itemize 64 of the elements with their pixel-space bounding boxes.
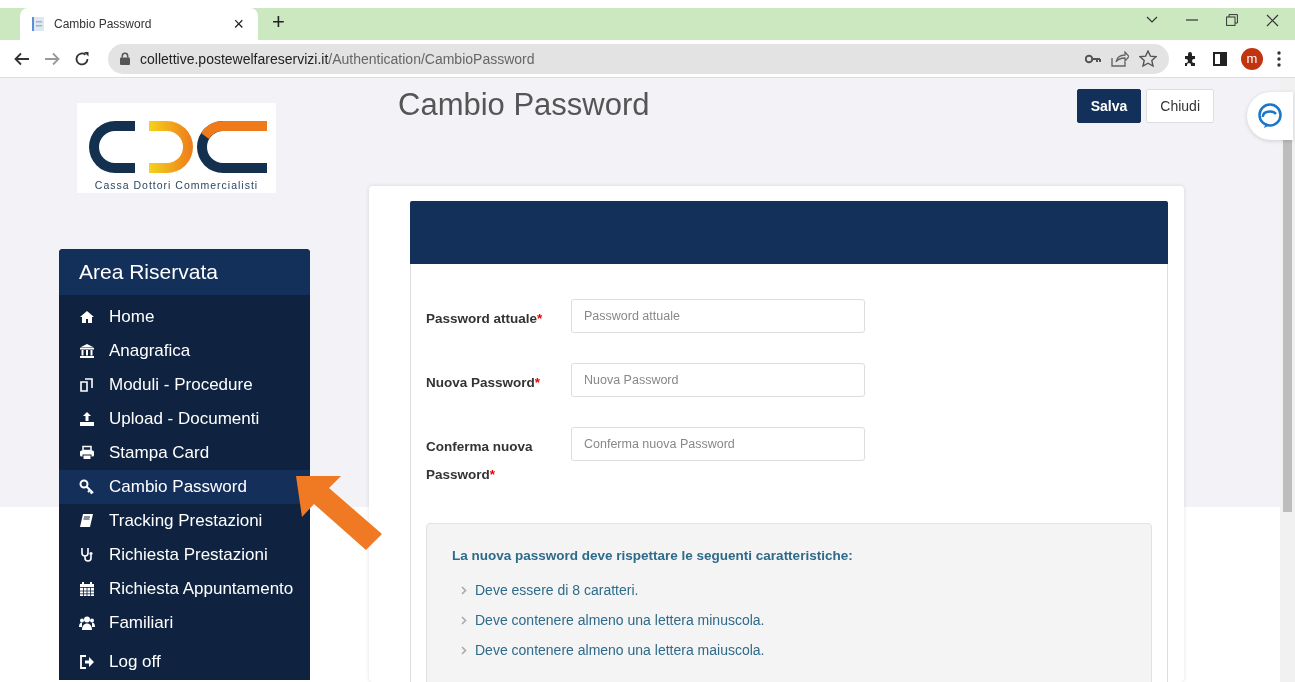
upload-icon bbox=[79, 411, 95, 427]
menu-item[interactable]: Stampa Card bbox=[59, 436, 310, 470]
chevron-right-icon bbox=[461, 585, 467, 595]
password-field[interactable]: Nuova Password bbox=[571, 363, 865, 397]
save-button[interactable]: Salva bbox=[1076, 89, 1142, 123]
menu-item[interactable]: Richiesta Prestazioni bbox=[59, 538, 310, 572]
page-title: Cambio Password bbox=[398, 87, 650, 123]
requirements-heading: La nuova password deve rispettare le seguenti caratteristiche: bbox=[452, 548, 854, 563]
key-icon[interactable] bbox=[1085, 53, 1101, 64]
logout-icon bbox=[79, 654, 95, 670]
menu-item[interactable]: Upload - Documenti bbox=[59, 402, 310, 436]
bank-icon bbox=[79, 343, 95, 359]
requirement-text: Deve essere di 8 caratteri. bbox=[475, 582, 639, 598]
sidebar-title: Area Riservata bbox=[59, 249, 310, 295]
close-icon[interactable] bbox=[1266, 13, 1279, 27]
chevron-down-icon[interactable] bbox=[1146, 16, 1158, 24]
book-icon bbox=[79, 513, 95, 529]
side-panel-icon[interactable] bbox=[1213, 51, 1227, 66]
share-icon[interactable] bbox=[1111, 50, 1129, 67]
menu-item[interactable]: Cambio Password bbox=[59, 470, 310, 504]
field-label: Nuova Password* bbox=[426, 374, 542, 392]
back-arrow-icon[interactable] bbox=[14, 51, 30, 66]
more-options-icon[interactable] bbox=[1277, 50, 1281, 67]
stethoscope-icon bbox=[79, 547, 95, 563]
menu-item[interactable]: Log off bbox=[59, 645, 310, 679]
menu-item[interactable]: Moduli - Procedure bbox=[59, 368, 310, 402]
menu-item[interactable]: Anagrafica bbox=[59, 334, 310, 368]
printer-icon bbox=[79, 445, 95, 461]
menu-item[interactable]: Home bbox=[59, 300, 310, 334]
password-field[interactable]: Conferma nuova Password bbox=[571, 427, 865, 461]
field-label: Conferma nuova Password* bbox=[426, 438, 534, 484]
forward-arrow-icon[interactable] bbox=[44, 51, 60, 66]
lock-icon bbox=[120, 52, 130, 65]
reload-icon[interactable] bbox=[74, 50, 90, 67]
close-button[interactable]: Chiudi bbox=[1146, 89, 1214, 123]
scrollbar[interactable] bbox=[1280, 78, 1295, 682]
requirement-text: Deve contenere almeno una lettera maiuscola. bbox=[475, 642, 765, 658]
new-tab-button[interactable]: + bbox=[266, 8, 291, 36]
users-icon bbox=[79, 615, 95, 631]
restore-icon[interactable] bbox=[1226, 14, 1238, 26]
password-field[interactable]: Password attuale bbox=[571, 299, 865, 333]
menu-item[interactable]: Tracking Prestazioni bbox=[59, 504, 310, 538]
url-path: /Authentication/CambioPassword bbox=[328, 50, 535, 67]
menu-item[interactable]: Richiesta Appuntamento bbox=[59, 572, 310, 606]
chat-button[interactable] bbox=[1247, 92, 1293, 140]
address-bar[interactable]: collettive.postewelfareservizi.it/Authentication/CambioPassword bbox=[108, 43, 1169, 74]
logo-caption: Cassa Dottori Commercialisti bbox=[94, 179, 259, 191]
requirement-text: Deve contenere almeno una lettera minuscola. bbox=[475, 612, 765, 628]
key-icon bbox=[79, 479, 95, 495]
close-tab-button[interactable]: × bbox=[229, 13, 248, 35]
star-icon[interactable] bbox=[1139, 50, 1157, 67]
url-host: collettive.postewelfareservizi.it bbox=[140, 50, 329, 67]
chat-bubble-icon[interactable] bbox=[1257, 103, 1283, 129]
home-icon bbox=[79, 309, 95, 325]
calendar-icon bbox=[79, 581, 95, 597]
tab-title: Cambio Password bbox=[54, 17, 153, 31]
chevron-right-icon bbox=[461, 645, 467, 655]
page-icon bbox=[30, 16, 46, 32]
profile-avatar[interactable]: m bbox=[1241, 47, 1263, 70]
menu-item[interactable]: Familiari bbox=[59, 606, 310, 640]
chevron-right-icon bbox=[461, 615, 467, 625]
field-label: Password attuale* bbox=[426, 310, 544, 328]
copy-icon bbox=[79, 377, 95, 393]
browser-tab[interactable]: Cambio Password × bbox=[20, 8, 258, 40]
